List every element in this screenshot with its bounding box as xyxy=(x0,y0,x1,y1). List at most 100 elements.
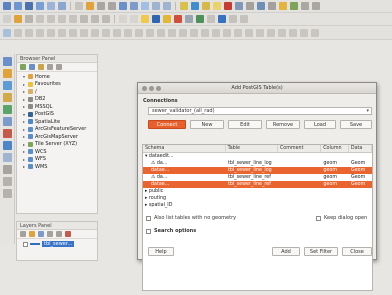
add-oracle-georaster-icon[interactable] xyxy=(300,28,308,37)
open-styling-icon[interactable] xyxy=(20,231,26,237)
zoom-out-icon[interactable] xyxy=(108,2,116,10)
zoom-in-icon[interactable] xyxy=(97,2,105,10)
field-calculator-icon[interactable] xyxy=(246,2,254,10)
select-feature-icon[interactable] xyxy=(213,2,221,10)
properties-icon[interactable] xyxy=(56,64,62,70)
connect-button[interactable]: Connect xyxy=(148,120,186,129)
browser-item[interactable]: ▸ Tile Server (XYZ) xyxy=(23,141,97,149)
print-layout-icon[interactable] xyxy=(47,2,55,10)
measure-icon[interactable] xyxy=(268,2,276,10)
statistics-icon[interactable] xyxy=(257,2,265,10)
table-row[interactable]: datae... tbl_sewer_line_ref geom Geom xyxy=(143,181,372,188)
column-header-data[interactable]: Data xyxy=(349,145,372,152)
diagram-icon[interactable] xyxy=(207,15,215,23)
browser-item[interactable]: ▸ MSSQL xyxy=(23,103,97,111)
identify-icon[interactable] xyxy=(202,2,210,10)
add-wms-layer-icon[interactable] xyxy=(135,28,143,37)
label-icon[interactable] xyxy=(141,15,149,23)
table-row[interactable]: ⚠ da... tbl_sewer_line_ref geom Geom xyxy=(143,174,372,181)
add-mssql-layer-icon[interactable] xyxy=(102,28,110,37)
pan-icon[interactable] xyxy=(75,2,83,10)
filter-legend-icon[interactable] xyxy=(47,231,53,237)
add-mesh-layer-icon[interactable] xyxy=(212,28,220,37)
load-button[interactable]: Load xyxy=(304,120,336,129)
add-raster-icon[interactable] xyxy=(2,189,12,198)
more-tools-icon[interactable] xyxy=(311,28,319,37)
table-row[interactable]: ▾ dataedit... xyxy=(143,153,372,160)
expand-all-icon[interactable] xyxy=(56,231,62,237)
add-mssql-icon[interactable] xyxy=(2,141,12,150)
browser-item[interactable]: ▸ Favourites xyxy=(23,81,97,89)
add-oracle-layer-icon[interactable] xyxy=(124,28,132,37)
save-edits-icon[interactable] xyxy=(25,15,33,23)
paste-features-icon[interactable] xyxy=(102,15,110,23)
add-postgis-icon[interactable] xyxy=(2,69,12,78)
copy-features-icon[interactable] xyxy=(91,15,99,23)
label-move-icon[interactable] xyxy=(174,15,182,23)
add-vector-tile-icon[interactable] xyxy=(223,28,231,37)
add-raster-layer-icon[interactable] xyxy=(69,28,77,37)
add-csv-icon[interactable] xyxy=(2,105,12,114)
add-tiled-scene-icon[interactable] xyxy=(289,28,297,37)
save-project-icon[interactable] xyxy=(25,2,33,10)
browser-item[interactable]: ▸ WCS xyxy=(23,148,97,156)
add-wfs3-icon[interactable] xyxy=(267,28,275,37)
layer-row[interactable]: tbl_sewer... xyxy=(17,239,97,247)
new-spatialite-icon[interactable] xyxy=(36,28,44,37)
set-filter-button[interactable]: Set Filter xyxy=(304,247,338,256)
new-map-view-icon[interactable] xyxy=(180,2,188,10)
zoom-last-icon[interactable] xyxy=(152,2,160,10)
add-gpx-icon[interactable] xyxy=(245,28,253,37)
add-point-cloud-icon[interactable] xyxy=(234,28,242,37)
connection-select[interactable]: sewer_validator_(all_rad) ▾ xyxy=(148,107,372,115)
also-list-checkbox[interactable] xyxy=(146,216,151,221)
processing-icon[interactable] xyxy=(229,15,237,23)
add-xyz-layer-icon[interactable] xyxy=(146,28,154,37)
browser-item[interactable]: ▸ ArcGisMapServer xyxy=(23,133,97,141)
new-project-icon[interactable] xyxy=(3,2,11,10)
add-db2-icon[interactable] xyxy=(2,153,12,162)
refresh-icon[interactable] xyxy=(29,64,35,70)
browser-item[interactable]: ▸ DB2 xyxy=(23,96,97,104)
add-delimited-text-icon[interactable] xyxy=(190,28,198,37)
add-virtual-icon[interactable] xyxy=(2,177,12,186)
python-console-icon[interactable] xyxy=(218,15,226,23)
minimize-window-icon[interactable] xyxy=(149,86,154,91)
zoom-selection-icon[interactable] xyxy=(141,2,149,10)
open-project-icon[interactable] xyxy=(14,2,22,10)
keep-open-checkbox[interactable] xyxy=(316,216,321,221)
browser-item[interactable]: ▾ Home xyxy=(23,73,97,81)
browser-item[interactable]: ▸ SpatiaLite xyxy=(23,118,97,126)
add-spatialite-layer-icon[interactable] xyxy=(91,28,99,37)
text-annotation-icon[interactable] xyxy=(312,2,320,10)
bookmark-icon[interactable] xyxy=(301,2,309,10)
edit-button[interactable]: Edit xyxy=(228,120,262,129)
data-source-manager-icon[interactable] xyxy=(3,28,11,37)
column-header-table[interactable]: Table xyxy=(226,145,278,152)
add-wfs-layer-icon[interactable] xyxy=(168,28,176,37)
add-selected-layers-icon[interactable] xyxy=(20,64,26,70)
cut-features-icon[interactable] xyxy=(80,15,88,23)
new-button[interactable]: New xyxy=(190,120,224,129)
filter-icon[interactable] xyxy=(38,64,44,70)
layout-manager-icon[interactable] xyxy=(58,2,66,10)
table-row[interactable]: ⚠ da... tbl_sewer_line_log geom Geom xyxy=(143,160,372,167)
close-window-icon[interactable] xyxy=(142,86,147,91)
label-pin-icon[interactable] xyxy=(152,15,160,23)
layer-visibility-checkbox[interactable] xyxy=(23,241,28,247)
remove-layer-icon[interactable] xyxy=(65,231,71,237)
add-vector-layer-icon[interactable] xyxy=(58,28,66,37)
deselect-icon[interactable] xyxy=(224,2,232,10)
label-show-icon[interactable] xyxy=(163,15,171,23)
zoom-layer-icon[interactable] xyxy=(130,2,138,10)
close-button[interactable]: Close xyxy=(342,247,372,256)
add-geonode-icon[interactable] xyxy=(256,28,264,37)
add-arcgis-layer-icon[interactable] xyxy=(179,28,187,37)
help-button[interactable]: Help xyxy=(148,247,174,256)
pan-to-selection-icon[interactable] xyxy=(86,2,94,10)
add-wfs-icon[interactable] xyxy=(2,129,12,138)
toggle-editing-icon[interactable] xyxy=(14,15,22,23)
add-postgis-layer-icon[interactable] xyxy=(80,28,88,37)
add-group-icon[interactable] xyxy=(29,231,35,237)
add-button[interactable]: Add xyxy=(272,247,300,256)
